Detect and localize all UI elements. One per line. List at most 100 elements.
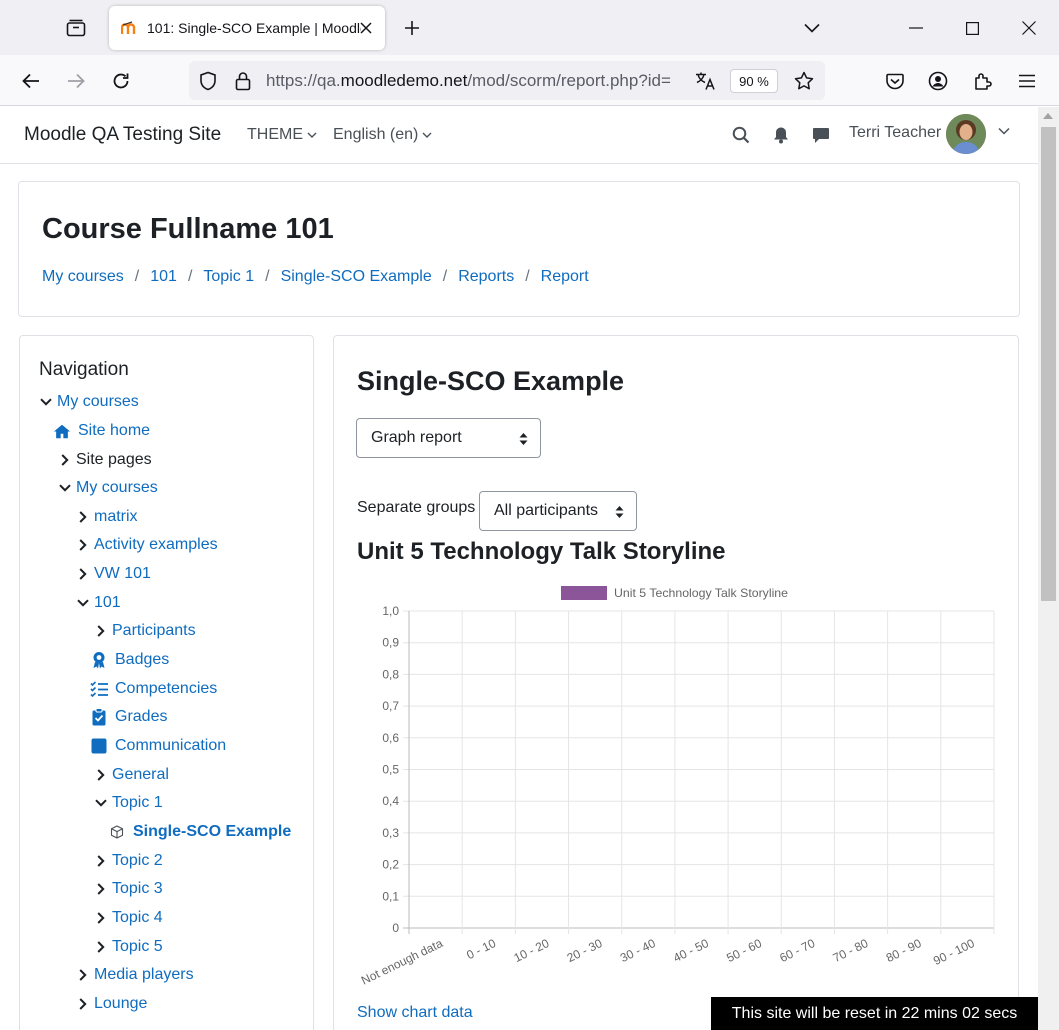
list-all-tabs-chevron-icon[interactable] bbox=[800, 16, 824, 40]
sidebar-item-label: Participants bbox=[112, 622, 196, 639]
breadcrumb-reports[interactable]: Reports bbox=[458, 268, 514, 286]
scroll-up-arrow-icon[interactable] bbox=[1043, 113, 1053, 119]
account-icon[interactable] bbox=[924, 67, 952, 95]
breadcrumb-report[interactable]: Report bbox=[541, 268, 589, 286]
new-tab-icon[interactable] bbox=[400, 16, 424, 40]
sidebar-item-label: matrix bbox=[94, 508, 138, 525]
site-header: Moodle QA Testing Site THEME English (en… bbox=[0, 107, 1038, 164]
sidebar-item-general[interactable]: General bbox=[94, 764, 169, 786]
lock-icon[interactable] bbox=[232, 70, 254, 92]
groups-select[interactable]: All participants bbox=[479, 491, 637, 531]
sidebar-item-topic-3[interactable]: Topic 3 bbox=[94, 878, 163, 900]
reload-icon[interactable] bbox=[107, 67, 135, 95]
breadcrumb-separator: / bbox=[525, 268, 530, 285]
browser-toolbar: https://qa.moodledemo.net/mod/scorm/repo… bbox=[0, 55, 1059, 106]
breadcrumb: My courses / 101 / Topic 1 / Single-SCO Exa… bbox=[42, 268, 589, 286]
chevron-right-icon[interactable] bbox=[94, 854, 108, 868]
sidebar-item-topic-5[interactable]: Topic 5 bbox=[94, 936, 163, 958]
tab-close-icon[interactable] bbox=[357, 19, 375, 37]
bell-icon[interactable] bbox=[769, 123, 793, 147]
sidebar-item-grades[interactable]: Grades bbox=[90, 706, 167, 728]
sidebar-item-label: Media players bbox=[94, 966, 194, 983]
breadcrumb-topic[interactable]: Topic 1 bbox=[203, 268, 254, 286]
sidebar-item-participants[interactable]: Participants bbox=[94, 620, 196, 642]
sidebar-item-matrix[interactable]: matrix bbox=[76, 506, 138, 528]
avatar[interactable] bbox=[946, 114, 986, 154]
sidebar-item-single-sco-example[interactable]: Single-SCO Example bbox=[108, 821, 291, 843]
pocket-icon[interactable] bbox=[881, 67, 909, 95]
chat-bubble-icon[interactable] bbox=[809, 123, 833, 147]
sidebar-item-topic-1[interactable]: Topic 1 bbox=[94, 792, 163, 814]
sidebar-item-site-pages[interactable]: Site pages bbox=[58, 449, 152, 471]
sidebar-item-101[interactable]: 101 bbox=[76, 592, 121, 614]
address-bar[interactable]: https://qa.moodledemo.net/mod/scorm/repo… bbox=[189, 61, 825, 100]
chevron-right-icon[interactable] bbox=[94, 624, 108, 638]
groups-select-value: All participants bbox=[494, 502, 599, 519]
tab-list-icon[interactable] bbox=[62, 14, 90, 42]
chevron-down-icon[interactable] bbox=[76, 596, 90, 610]
browser-tab-bar: 101: Single-SCO Example | Moodle QA Test… bbox=[0, 0, 1059, 55]
chevron-right-icon[interactable] bbox=[94, 768, 108, 782]
bookmark-star-icon[interactable] bbox=[793, 70, 815, 92]
sidebar-item-label: Badges bbox=[115, 651, 170, 668]
chart-area: Unit 5 Technology Talk Storyline 0 0,1 0,2 0… bbox=[352, 574, 1002, 994]
chevron-right-icon[interactable] bbox=[94, 940, 108, 954]
breadcrumb-separator: / bbox=[265, 268, 270, 285]
sidebar-item-media-players[interactable]: Media players bbox=[76, 964, 194, 986]
sidebar-item-lounge[interactable]: Lounge bbox=[76, 993, 147, 1015]
site-name-link[interactable]: Moodle QA Testing Site bbox=[24, 124, 221, 146]
back-arrow-icon[interactable] bbox=[17, 67, 45, 95]
square-icon bbox=[90, 737, 108, 755]
breadcrumb-course[interactable]: 101 bbox=[150, 268, 177, 286]
sidebar-item-communication[interactable]: Communication bbox=[90, 735, 226, 757]
extensions-icon[interactable] bbox=[969, 67, 997, 95]
report-type-select[interactable]: Graph report bbox=[356, 418, 541, 458]
chevron-right-icon[interactable] bbox=[76, 997, 90, 1011]
minimize-window-icon[interactable] bbox=[902, 14, 930, 42]
sidebar-item-site-home[interactable]: Site home bbox=[53, 420, 150, 442]
breadcrumb-my-courses[interactable]: My courses bbox=[42, 268, 124, 286]
y-tick-label: 0,1 bbox=[382, 889, 399, 903]
show-chart-data-link[interactable]: Show chart data bbox=[357, 1004, 473, 1022]
sidebar-item-topic-2[interactable]: Topic 2 bbox=[94, 850, 163, 872]
sidebar-item-my-courses[interactable]: My courses bbox=[39, 391, 139, 413]
chevron-down-icon[interactable] bbox=[39, 395, 53, 409]
chevron-right-icon[interactable] bbox=[94, 882, 108, 896]
maximize-window-icon[interactable] bbox=[958, 14, 986, 42]
page-scrollbar[interactable] bbox=[1038, 107, 1059, 1030]
url-text[interactable]: https://qa.moodledemo.net/mod/scorm/repo… bbox=[266, 71, 686, 91]
close-window-icon[interactable] bbox=[1015, 14, 1043, 42]
sidebar-item-topic-4[interactable]: Topic 4 bbox=[94, 907, 163, 929]
user-name[interactable]: Terri Teacher bbox=[849, 124, 941, 142]
chart-heading: Unit 5 Technology Talk Storyline bbox=[357, 538, 726, 565]
sidebar-item-activity-examples[interactable]: Activity examples bbox=[76, 534, 218, 556]
translate-icon[interactable] bbox=[695, 70, 717, 92]
chevron-right-icon[interactable] bbox=[76, 968, 90, 982]
theme-menu[interactable]: THEME bbox=[247, 126, 317, 144]
search-icon[interactable] bbox=[729, 123, 753, 147]
zoom-level-badge[interactable]: 90 % bbox=[730, 69, 778, 93]
hamburger-menu-icon[interactable] bbox=[1013, 67, 1041, 95]
sidebar-item-my-courses[interactable]: My courses bbox=[58, 477, 158, 499]
y-tick-label: 0,5 bbox=[382, 763, 399, 777]
chevron-right-icon[interactable] bbox=[94, 911, 108, 925]
sidebar-item-competencies[interactable]: Competencies bbox=[90, 678, 217, 700]
shield-icon[interactable] bbox=[197, 70, 219, 92]
sidebar-item-label: Topic 5 bbox=[112, 938, 163, 955]
scrollbar-thumb[interactable] bbox=[1041, 127, 1056, 601]
breadcrumb-separator: / bbox=[442, 268, 448, 285]
chevron-right-icon[interactable] bbox=[76, 510, 90, 524]
breadcrumb-activity[interactable]: Single-SCO Example bbox=[281, 268, 432, 286]
chevron-right-icon[interactable] bbox=[76, 567, 90, 581]
forward-arrow-icon[interactable] bbox=[62, 67, 90, 95]
chevron-down-icon[interactable] bbox=[58, 481, 72, 495]
chevron-right-icon[interactable] bbox=[58, 453, 72, 467]
sidebar-item-badges[interactable]: Badges bbox=[90, 649, 169, 671]
sidebar-item-vw-101[interactable]: VW 101 bbox=[76, 563, 151, 585]
chevron-right-icon[interactable] bbox=[76, 538, 90, 552]
user-menu-chevron-down-icon[interactable] bbox=[998, 127, 1012, 141]
language-menu[interactable]: English (en) bbox=[333, 126, 432, 144]
chevron-down-icon[interactable] bbox=[94, 796, 108, 810]
y-tick-label: 1,0 bbox=[382, 604, 399, 618]
browser-tab[interactable]: 101: Single-SCO Example | Moodle QA Test… bbox=[109, 6, 385, 50]
